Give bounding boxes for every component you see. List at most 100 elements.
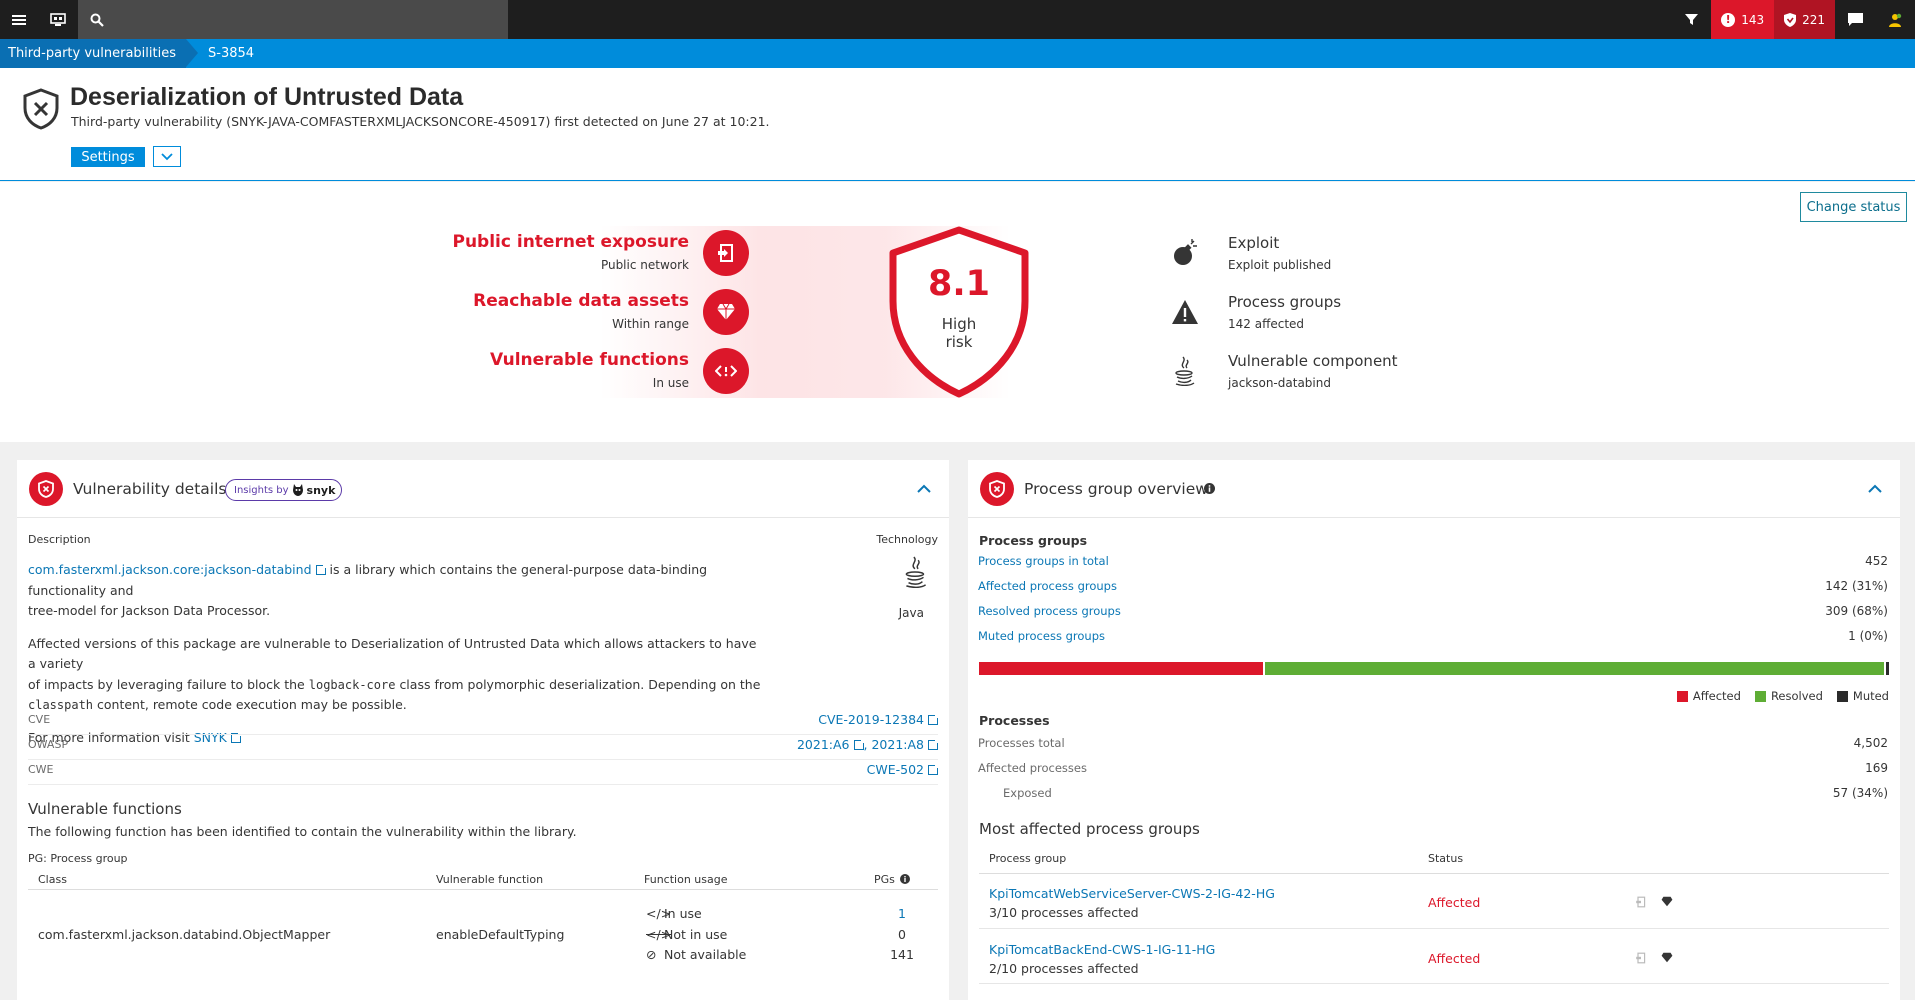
settings-button[interactable]: Settings [71, 147, 145, 167]
pgs-not-in-use: 0 [898, 926, 906, 942]
cwe-label: CWE [28, 763, 54, 776]
insights-by-label: Insights by [234, 484, 289, 496]
cve-link[interactable]: CVE-2019-12384 [818, 712, 924, 727]
pg-row-muted: Muted process groups 1 (0%) [978, 625, 1888, 650]
description-para2-line2a: of impacts by leveraging failure to bloc… [28, 676, 305, 692]
col-process-group: Process group [989, 852, 1067, 865]
exposure-icon [1635, 896, 1647, 911]
info-sub: Exploit published [1228, 258, 1332, 272]
legend-resolved: Resolved [1754, 689, 1823, 703]
risk-level-line2: risk [945, 333, 973, 351]
info-icon[interactable] [1204, 483, 1215, 497]
pg-row-resolved: Resolved process groups 309 (68%) [978, 600, 1888, 625]
vulnerability-shield-icon [22, 88, 60, 133]
legend-resolved-label: Resolved [1770, 689, 1823, 703]
processes-heading: Processes [979, 713, 1050, 728]
table-row[interactable]: KpiTomcatBackEnd-CWS-1-IG-11-HG 2/10 pro… [979, 929, 1889, 984]
description-para1-line2: tree-model for Jackson Data Processor. [28, 603, 271, 618]
code-icon: </> [646, 906, 672, 921]
chevron-up-icon [1868, 484, 1882, 493]
pg-row-affected: Affected process groups 142 (31%) [978, 575, 1888, 600]
panel-header: Vulnerability details Insights by snyk [17, 460, 949, 518]
table-row[interactable]: KpiTomcatWebServiceServer-CWS-2-IG-42-HG… [979, 874, 1889, 929]
pg-affected-link[interactable]: Affected process groups [978, 579, 1117, 593]
breadcrumb-third-party-vulnerabilities[interactable]: Third-party vulnerabilities [0, 39, 198, 68]
risk-level-line1: High [941, 315, 977, 333]
risk-factor-public-exposure: Public internet exposure Public network [452, 232, 689, 272]
monitor-icon[interactable] [39, 0, 77, 39]
diamond-icon [703, 289, 749, 335]
java-icon [1170, 356, 1200, 386]
bar-resolved [1265, 662, 1884, 675]
code-logback-core: logback-core [308, 677, 396, 692]
status-affected: Affected [1428, 951, 1481, 966]
affected-processes-label: Affected processes [978, 761, 1087, 775]
info-title: Process groups [1228, 293, 1342, 311]
risk-factor-sub: Public network [600, 258, 689, 272]
info-sub: jackson-databind [1228, 376, 1331, 390]
bar-affected [979, 662, 1263, 675]
status-affected: Affected [1428, 895, 1481, 910]
pg-muted-value: 1 (0%) [1848, 629, 1888, 643]
affected-processes-value: 169 [1865, 761, 1888, 775]
owasp-row: OWASP 2021:A6, 2021:A8 [28, 735, 940, 760]
process-group-link[interactable]: KpiTomcatBackEnd-CWS-1-IG-11-HG [989, 942, 1215, 957]
function-value: enableDefaultTyping [436, 927, 565, 942]
menu-icon[interactable] [0, 0, 38, 39]
chat-icon[interactable] [1835, 0, 1875, 39]
risk-factor-title: Reachable data assets [473, 291, 689, 311]
external-link-icon [928, 713, 940, 725]
pg-total-link[interactable]: Process groups in total [978, 554, 1109, 568]
more-actions-dropdown[interactable] [153, 146, 181, 167]
collapse-button[interactable] [917, 482, 931, 496]
pg-muted-link[interactable]: Muted process groups [978, 629, 1105, 643]
usage-not-available: Not available [664, 947, 747, 962]
vulnerabilities-button[interactable]: 221 [1774, 0, 1835, 39]
info-icon[interactable] [900, 873, 910, 887]
not-available-icon: ⊘ [646, 947, 657, 962]
usage-in-use: In use [664, 906, 702, 921]
filter-icon[interactable] [1671, 0, 1711, 39]
shield-icon [29, 472, 63, 506]
process-group-link[interactable]: KpiTomcatWebServiceServer-CWS-2-IG-42-HG [989, 886, 1275, 901]
table-row[interactable]: com.fasterxml.jackson.databind.ObjectMap… [28, 902, 938, 972]
search-icon[interactable] [78, 0, 116, 39]
description-label: Description [28, 533, 91, 546]
alert-icon: ! [1721, 12, 1736, 27]
external-link-icon [853, 738, 866, 750]
top-bar: ! 143 221 [0, 0, 1915, 39]
description-para2-line2b: class from polymorphic deserialization. … [399, 676, 761, 692]
cwe-link[interactable]: CWE-502 [867, 762, 924, 777]
snyk-dog-icon [292, 484, 303, 496]
processes-affected-text: 3/10 processes affected [989, 905, 1139, 920]
col-class: Class [38, 873, 67, 886]
process-group-overview-panel: Process group overview Process groups Pr… [968, 460, 1900, 1000]
pg-resolved-link[interactable]: Resolved process groups [978, 604, 1121, 618]
risk-factor-title: Vulnerable functions [490, 350, 689, 370]
info-title: Vulnerable component [1228, 352, 1398, 370]
library-link[interactable]: com.fasterxml.jackson.core:jackson-datab… [28, 562, 312, 577]
risk-score: 8.1 [927, 264, 990, 304]
breadcrumb-current[interactable]: S-3854 [200, 39, 254, 68]
legend-muted-label: Muted [1852, 689, 1889, 703]
breadcrumb: Third-party vulnerabilities S-3854 [0, 39, 1915, 68]
code-icon [703, 348, 749, 394]
owasp-link-a8[interactable]: 2021:A8 [871, 737, 924, 752]
pg-status-bar [979, 662, 1889, 675]
col-vulnerable-function: Vulnerable function [436, 873, 544, 886]
pgs-in-use-link[interactable]: 1 [877, 904, 927, 925]
owasp-link-a6[interactable]: 2021:A6 [797, 737, 850, 752]
collapse-button[interactable] [1868, 482, 1882, 496]
search-input[interactable] [78, 0, 508, 39]
risk-score-shield [889, 226, 1029, 398]
pg-total-value: 452 [1865, 554, 1888, 568]
owasp-label: OWASP [28, 738, 69, 751]
change-status-button[interactable]: Change status [1800, 192, 1907, 222]
page-title: Deserialization of Untrusted Data [70, 83, 464, 111]
warning-icon [1170, 297, 1200, 327]
processes-total-label: Processes total [978, 736, 1065, 750]
vulnerabilities-count: 221 [1802, 12, 1825, 27]
external-link-icon [928, 763, 940, 775]
problems-button[interactable]: ! 143 [1711, 0, 1775, 39]
user-icon[interactable] [1875, 0, 1915, 39]
